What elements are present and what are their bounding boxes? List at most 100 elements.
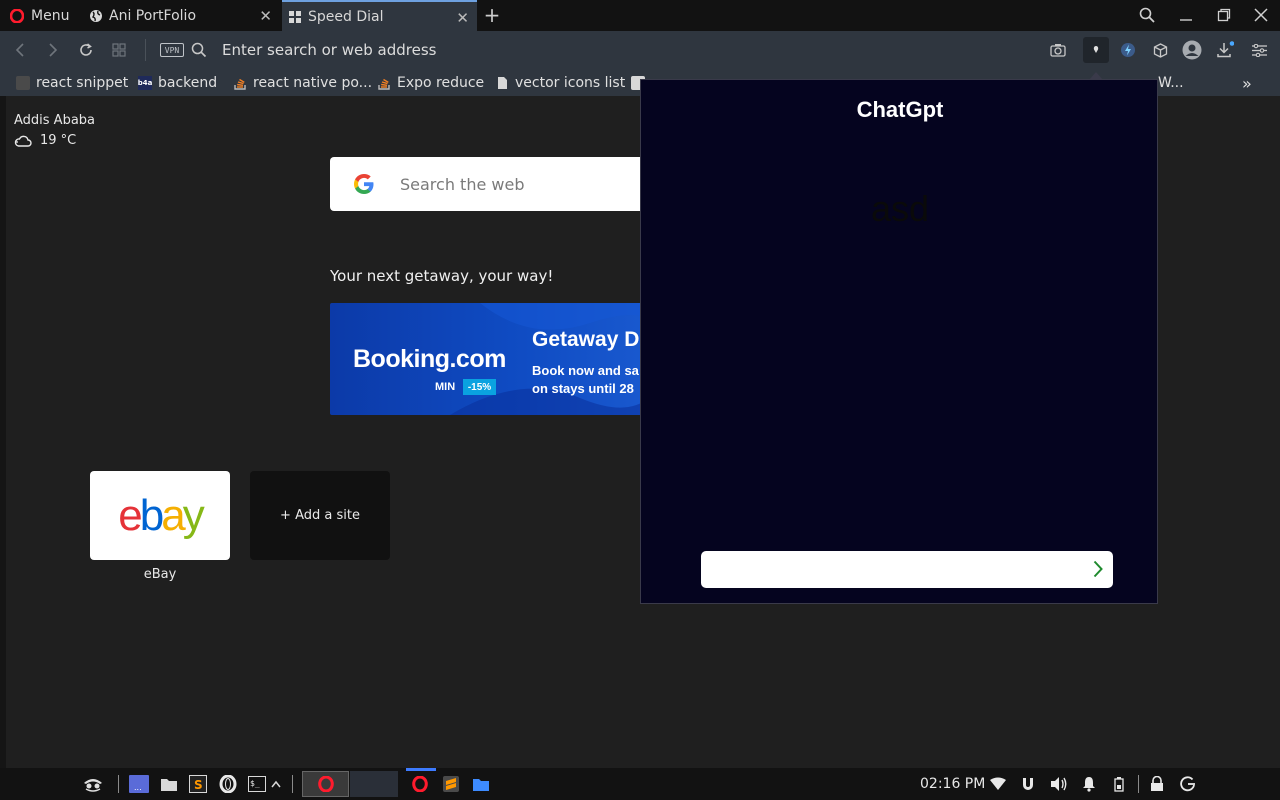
cube-extensions-icon[interactable]: [1148, 38, 1172, 62]
weather-widget[interactable]: 19 °C: [14, 133, 76, 148]
sidebar-strip: [0, 96, 6, 768]
vpn-badge[interactable]: VPN: [160, 43, 184, 57]
bookmark-expo-reduce[interactable]: Expo reduce: [377, 73, 484, 93]
chatgpt-extension-button[interactable]: [1083, 37, 1109, 63]
bookmark-label: W...: [1158, 75, 1184, 91]
stackoverflow-icon: [234, 78, 246, 90]
send-chevron-icon[interactable]: [1087, 557, 1109, 581]
active-window-indicator: [406, 768, 436, 771]
opera-window-icon[interactable]: [408, 772, 432, 796]
stackoverflow-icon: [378, 78, 390, 90]
bookmark-overflow-text[interactable]: W...: [1158, 73, 1184, 93]
profile-avatar-icon[interactable]: [1180, 38, 1204, 62]
taskbar-separator: [1138, 775, 1139, 793]
tab-title: Ani PortFolio: [109, 7, 197, 24]
chatgpt-popup: ChatGpt asd: [640, 79, 1158, 604]
logout-icon[interactable]: [1176, 772, 1200, 796]
clock[interactable]: 02:16 PM: [920, 776, 985, 792]
opera-logo-icon: [317, 776, 334, 792]
speed-dial-tile-label[interactable]: eBay: [90, 567, 230, 582]
booking-line-1: Book now and sa: [532, 363, 639, 378]
globe-icon: [90, 9, 102, 22]
search-icon: [191, 42, 207, 62]
bookmark-label: react snippet: [36, 75, 129, 91]
opera-browser-icon[interactable]: [216, 772, 240, 796]
svg-text:S: S: [194, 778, 203, 792]
promo-heading: Your next getaway, your way!: [330, 267, 554, 285]
ebay-logo: ebay: [118, 490, 204, 540]
reload-button[interactable]: [74, 38, 98, 62]
close-window-icon[interactable]: [1249, 3, 1273, 27]
bookmark-label: Expo reduce: [397, 75, 485, 91]
chat-input-container[interactable]: [701, 551, 1113, 588]
chat-message: asd: [870, 188, 930, 229]
popup-title: ChatGpt: [856, 97, 944, 122]
volume-icon[interactable]: [1047, 772, 1071, 796]
tab-strip: Menu Ani PortFolio ✕ Speed Dial ✕ +: [0, 0, 1280, 31]
forward-button[interactable]: [41, 38, 65, 62]
speed-dial-grid-icon: [289, 10, 301, 23]
booking-logo: Booking.com: [353, 345, 506, 373]
page-icon: [16, 76, 30, 90]
search-input[interactable]: [400, 174, 650, 194]
restore-window-icon[interactable]: [1212, 3, 1236, 27]
bookmark-react-snippet[interactable]: react snippet: [16, 73, 128, 93]
weather-city: Addis Ababa: [14, 113, 96, 128]
bookmark-vector-icons[interactable]: vector icons list: [495, 73, 625, 93]
address-input[interactable]: [222, 40, 822, 60]
chat-input[interactable]: [711, 559, 1081, 579]
new-tab-button[interactable]: +: [482, 3, 502, 27]
back-button[interactable]: [8, 38, 32, 62]
opera-logo-icon: [10, 8, 24, 23]
taskbar-separator: [118, 775, 119, 793]
document-icon: [498, 77, 507, 89]
workspace-1-opera-window[interactable]: [302, 771, 349, 797]
minimize-window-icon[interactable]: [1174, 3, 1198, 27]
show-more-chevron-icon[interactable]: [266, 772, 286, 796]
bookmark-react-native[interactable]: react native po...: [233, 73, 372, 93]
workspace-2[interactable]: [350, 771, 398, 797]
tab-title: Speed Dial: [308, 8, 384, 25]
notifications-bell-icon[interactable]: [1077, 772, 1101, 796]
lightning-extension-icon[interactable]: [1116, 38, 1140, 62]
booking-promo-banner[interactable]: Booking.com MIN -15% Getaway D Book now …: [330, 303, 660, 415]
downloads-icon[interactable]: [1213, 38, 1237, 62]
file-manager-icon[interactable]: [157, 772, 181, 796]
web-search-box[interactable]: [330, 157, 660, 211]
close-tab-icon[interactable]: ✕: [456, 9, 469, 27]
files-window-icon[interactable]: [469, 772, 493, 796]
easy-setup-menu-icon[interactable]: [1247, 38, 1271, 62]
sublime-text-icon[interactable]: S: [186, 772, 210, 796]
svg-text:...: ...: [134, 783, 142, 792]
bookmarks-overflow-chevron-icon[interactable]: »: [1242, 73, 1252, 93]
weather-temperature: 19 °C: [40, 133, 77, 148]
sublime-window-icon[interactable]: [439, 772, 463, 796]
tab-speed-dial[interactable]: Speed Dial ✕: [282, 0, 477, 31]
opera-menu-button[interactable]: Menu: [0, 0, 80, 31]
booking-line-2: on stays until 28: [532, 381, 634, 396]
booking-discount-badge: -15%: [463, 379, 496, 395]
snapshot-camera-icon[interactable]: [1046, 38, 1070, 62]
bookmark-label: react native po...: [253, 75, 373, 91]
tab-ani-portfolio[interactable]: Ani PortFolio ✕: [80, 0, 280, 31]
taskbar-separator: [292, 775, 293, 793]
lock-screen-icon[interactable]: [1145, 772, 1169, 796]
close-tab-icon[interactable]: ✕: [259, 7, 272, 25]
svg-text:$_: $_: [250, 779, 260, 788]
tab-search-icon[interactable]: [1135, 3, 1159, 27]
add-site-button[interactable]: + Add a site: [250, 471, 390, 560]
cloud-icon: [14, 135, 32, 147]
booking-title: Getaway D: [532, 328, 640, 351]
battery-icon[interactable]: [1107, 772, 1131, 796]
booking-min-label: MIN: [435, 381, 456, 393]
magnet-icon[interactable]: [1016, 772, 1040, 796]
kali-menu-icon[interactable]: [81, 772, 105, 796]
speed-dial-tile-ebay[interactable]: ebay: [90, 471, 230, 560]
tiles-view-button[interactable]: [107, 38, 131, 62]
bookmark-backend[interactable]: b4a backend: [138, 73, 217, 93]
desktop-icon[interactable]: ...: [127, 772, 151, 796]
toolbar-divider: [145, 39, 146, 61]
extension-pin-icon: [1093, 46, 1099, 53]
wifi-icon[interactable]: [986, 772, 1010, 796]
google-g-icon: [354, 174, 374, 194]
